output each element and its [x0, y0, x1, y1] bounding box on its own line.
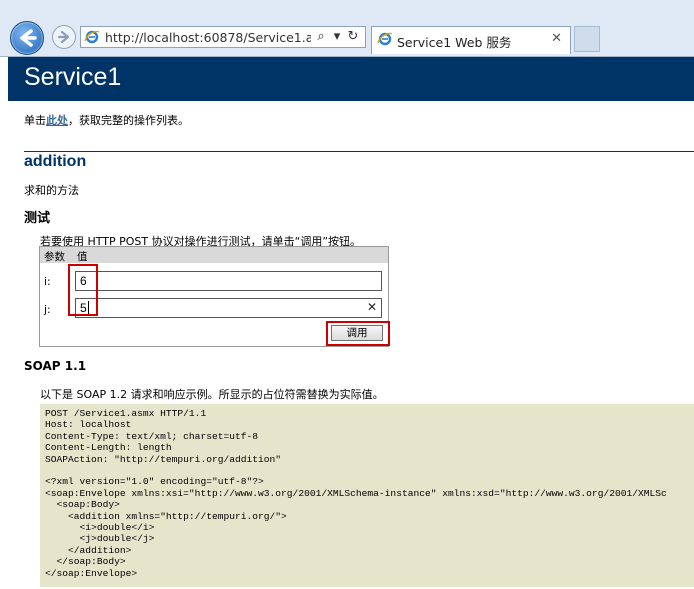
forward-arrow-icon — [57, 30, 70, 44]
back-arrow-icon — [20, 29, 37, 47]
browser-tab[interactable]: Service1 Web 服务 ✕ — [371, 26, 571, 54]
operation-description: 求和的方法 — [24, 184, 79, 197]
tab-title: Service1 Web 服务 — [397, 35, 512, 50]
param-j-label: j: — [44, 303, 51, 316]
value-column-header: 值 — [77, 251, 88, 263]
highlight-invoke-box — [326, 321, 390, 346]
soap-heading: SOAP 1.1 — [24, 359, 87, 373]
test-heading: 测试 — [24, 211, 51, 226]
address-bar[interactable]: http://localhost:60878/Service1.asm ⌕ ▾ … — [80, 26, 366, 48]
soap-sample-block: POST /Service1.asmx HTTP/1.1 Host: local… — [40, 404, 694, 587]
tab-close-icon[interactable]: ✕ — [551, 31, 562, 46]
new-tab-button[interactable] — [574, 26, 600, 52]
browser-toolbar: http://localhost:60878/Service1.asm ⌕ ▾ … — [0, 0, 694, 57]
refresh-icon[interactable]: ↻ — [345, 29, 361, 45]
param-i-label: i: — [44, 275, 51, 288]
back-button[interactable] — [10, 21, 44, 55]
intro-prefix: 单击 — [24, 114, 46, 127]
search-icon[interactable]: ⌕ — [313, 29, 329, 45]
ie-icon — [84, 30, 100, 44]
intro-text: 单击此处，获取完整的操作列表。 — [24, 112, 189, 128]
page-header: Service1 — [8, 57, 694, 101]
clear-input-icon[interactable]: ✕ — [367, 300, 377, 314]
url-text[interactable]: http://localhost:60878/Service1.asm — [105, 30, 311, 45]
page-title: Service1 — [24, 63, 122, 91]
forward-button[interactable] — [52, 25, 76, 49]
soap-sample-code: POST /Service1.asmx HTTP/1.1 Host: local… — [45, 408, 667, 579]
param-j-input[interactable]: 5 ✕ — [75, 298, 382, 318]
highlight-inputs-box — [68, 264, 98, 316]
operations-list-link[interactable]: 此处 — [46, 114, 68, 127]
operation-title: addition — [24, 153, 87, 170]
param-column-header: 参数 — [44, 251, 65, 263]
dropdown-icon[interactable]: ▾ — [329, 29, 345, 45]
form-header: 参数 值 — [40, 247, 388, 263]
ie-tab-icon — [377, 32, 393, 46]
intro-suffix: ，获取完整的操作列表。 — [68, 114, 189, 127]
divider — [24, 151, 694, 152]
soap-description: 以下是 SOAP 1.2 请求和响应示例。所显示的占位符需替换为实际值。 — [40, 388, 384, 401]
param-i-input[interactable]: 6 — [75, 271, 382, 291]
